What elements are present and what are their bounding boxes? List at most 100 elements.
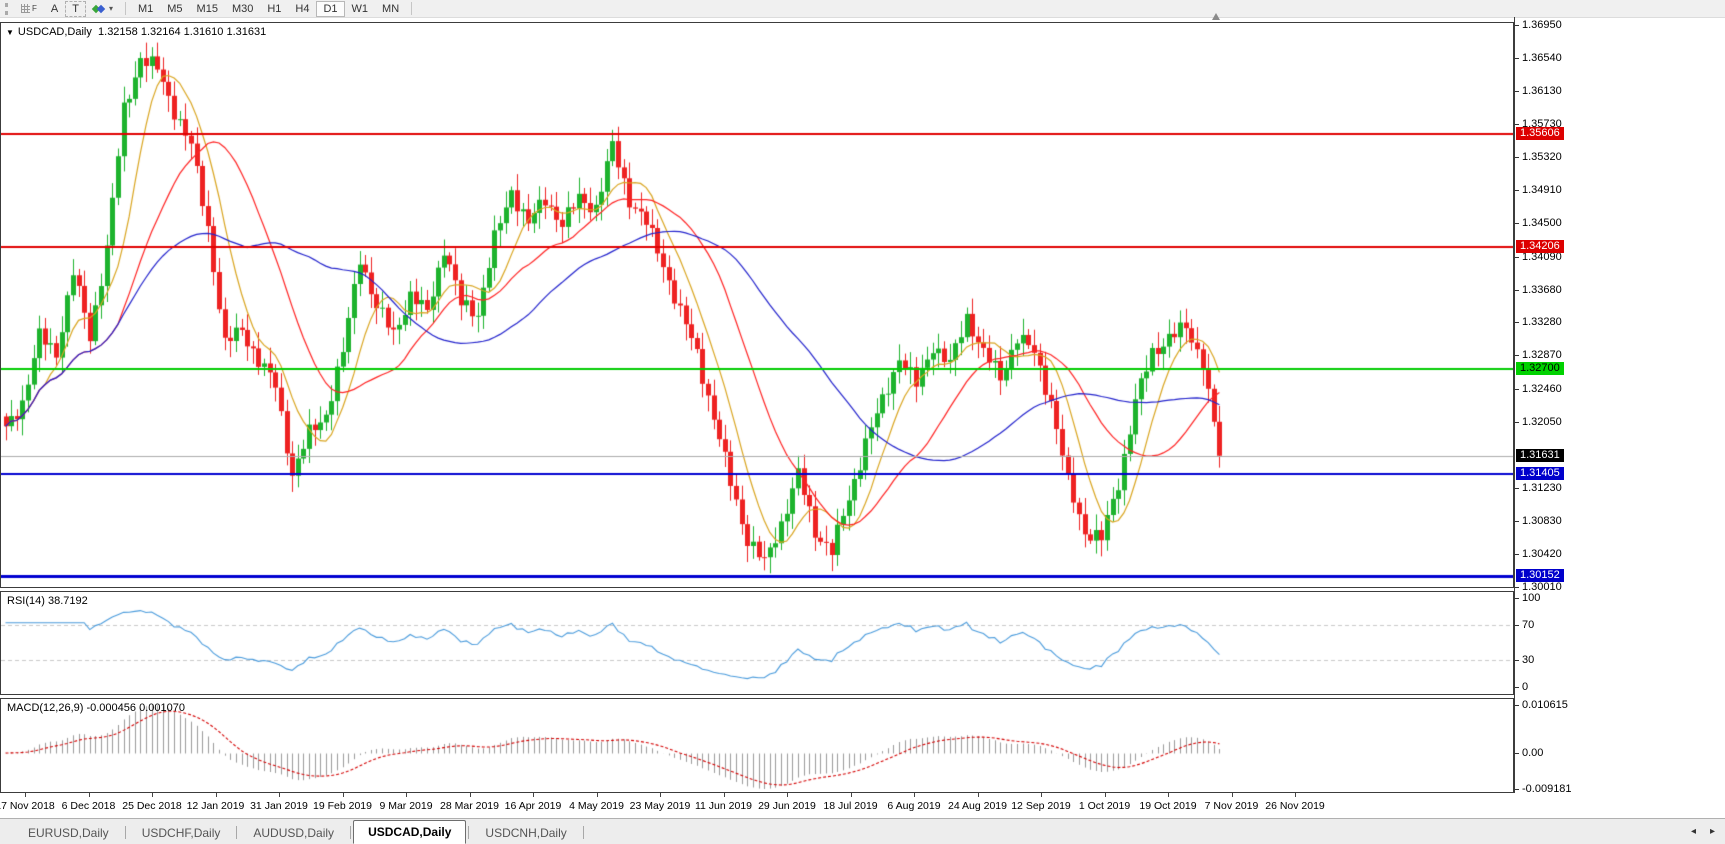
date-label: 26 Nov 2019 xyxy=(1265,800,1325,812)
date-label: 19 Oct 2019 xyxy=(1139,800,1196,812)
toolbar-separator xyxy=(411,2,412,15)
price-tick: 1.31230 xyxy=(1522,482,1562,494)
price-chart-canvas[interactable] xyxy=(1,23,1513,587)
price-level-label: 1.34206 xyxy=(1516,240,1564,253)
date-label: 23 May 2019 xyxy=(630,800,691,812)
price-tick: 1.36950 xyxy=(1522,19,1562,31)
axis-tick-mark xyxy=(1515,124,1519,125)
axis-tick-mark xyxy=(1515,190,1519,191)
macd-tick: 0.00 xyxy=(1522,747,1543,759)
axis-tick-mark xyxy=(1515,422,1519,423)
price-tick: 1.34910 xyxy=(1522,184,1562,196)
rsi-tick: 30 xyxy=(1522,654,1534,666)
axis-tick-mark xyxy=(1515,598,1519,599)
one-click-collapse-icon[interactable]: ▼ xyxy=(6,28,14,37)
chart-shift-marker-icon[interactable] xyxy=(1212,13,1220,20)
text-annotation-button[interactable]: A xyxy=(44,1,65,17)
timeframe-button-m1[interactable]: M1 xyxy=(131,1,160,17)
date-label: 6 Dec 2018 xyxy=(62,800,116,812)
timeframe-button-m5[interactable]: M5 xyxy=(160,1,189,17)
tab-separator xyxy=(583,826,584,839)
axis-tick-mark xyxy=(1515,223,1519,224)
price-tick: 1.32460 xyxy=(1522,383,1562,395)
price-axis[interactable]: 1.369501.365401.361301.357301.353201.349… xyxy=(1514,17,1725,797)
date-tick-mark xyxy=(89,793,90,797)
rsi-tick: 100 xyxy=(1522,592,1540,604)
timeframe-button-mn[interactable]: MN xyxy=(375,1,406,17)
date-tick-mark xyxy=(25,793,26,797)
tab-scroll-left-icon[interactable]: ◂ xyxy=(1691,826,1696,837)
axis-tick-mark xyxy=(1515,660,1519,661)
price-tick: 1.35320 xyxy=(1522,151,1562,163)
chart-tab-audusd[interactable]: AUDUSD,Daily xyxy=(239,822,348,844)
axis-tick-mark xyxy=(1515,290,1519,291)
tab-scroll-right-icon[interactable]: ▸ xyxy=(1710,826,1715,837)
timeframe-button-h1[interactable]: H1 xyxy=(260,1,288,17)
chart-tab-usdcnh[interactable]: USDCNH,Daily xyxy=(471,822,580,844)
date-label: 17 Nov 2018 xyxy=(0,800,55,812)
date-tick-mark xyxy=(470,793,471,797)
axis-tick-mark xyxy=(1515,625,1519,626)
toolbar: FAT▾ M1M5M15M30H1H4D1W1MN xyxy=(0,0,1725,18)
price-tick: 1.34500 xyxy=(1522,217,1562,229)
date-tick-mark xyxy=(597,793,598,797)
chart-tab-usdchf[interactable]: USDCHF,Daily xyxy=(128,822,235,844)
macd-canvas[interactable] xyxy=(1,699,1513,792)
date-axis[interactable]: 17 Nov 20186 Dec 201825 Dec 201812 Jan 2… xyxy=(0,793,1514,818)
date-tick-mark xyxy=(343,793,344,797)
chart-symbol-period: USDCAD,Daily xyxy=(18,26,92,38)
rsi-tick: 70 xyxy=(1522,619,1534,631)
timeframe-button-m30[interactable]: M30 xyxy=(225,1,260,17)
tab-separator xyxy=(236,826,237,839)
axis-tick-mark xyxy=(1515,687,1519,688)
price-tick: 1.33280 xyxy=(1522,316,1562,328)
date-tick-mark xyxy=(279,793,280,797)
date-tick-mark xyxy=(978,793,979,797)
date-label: 12 Sep 2019 xyxy=(1011,800,1071,812)
object-styles-button[interactable]: ▾ xyxy=(86,1,120,17)
date-label: 24 Aug 2019 xyxy=(948,800,1007,812)
date-label: 18 Jul 2019 xyxy=(823,800,877,812)
date-tick-mark xyxy=(406,793,407,797)
chart-title: ▼USDCAD,Daily 1.32158 1.32164 1.31610 1.… xyxy=(6,26,266,38)
axis-tick-mark xyxy=(1515,554,1519,555)
date-label: 4 May 2019 xyxy=(569,800,624,812)
timeframe-button-d1[interactable]: D1 xyxy=(316,1,344,17)
rsi-label: RSI(14) 38.7192 xyxy=(7,595,88,607)
timeframe-button-h4[interactable]: H4 xyxy=(288,1,316,17)
axis-tick-mark xyxy=(1515,789,1519,790)
axis-tick-mark xyxy=(1515,322,1519,323)
text-label-button[interactable]: T xyxy=(65,1,86,17)
date-tick-mark xyxy=(724,793,725,797)
chart-tab-usdcad[interactable]: USDCAD,Daily xyxy=(353,820,466,844)
date-tick-mark xyxy=(914,793,915,797)
rsi-canvas[interactable] xyxy=(1,592,1513,694)
axis-tick-mark xyxy=(1515,157,1519,158)
chart-grid-icon xyxy=(21,4,30,13)
date-label: 1 Oct 2019 xyxy=(1079,800,1130,812)
date-label: 28 Mar 2019 xyxy=(440,800,499,812)
price-level-label: 1.31405 xyxy=(1516,467,1564,480)
axis-tick-mark xyxy=(1515,91,1519,92)
date-label: 19 Feb 2019 xyxy=(313,800,372,812)
timeframe-button-w1[interactable]: W1 xyxy=(345,1,376,17)
macd-indicator-panel: MACD(12,26,9) -0.000456 0.001070 xyxy=(0,698,1514,793)
chart-grid-button[interactable]: F xyxy=(14,1,44,17)
date-label: 31 Jan 2019 xyxy=(250,800,308,812)
main-chart-panel: ▼USDCAD,Daily 1.32158 1.32164 1.31610 1.… xyxy=(0,22,1514,588)
date-tick-mark xyxy=(152,793,153,797)
timeframe-button-m15[interactable]: M15 xyxy=(190,1,225,17)
date-tick-mark xyxy=(1295,793,1296,797)
chart-tab-eurusd[interactable]: EURUSD,Daily xyxy=(14,822,123,844)
tab-separator xyxy=(350,826,351,839)
price-level-label: 1.35606 xyxy=(1516,127,1564,140)
axis-tick-mark xyxy=(1515,25,1519,26)
toolbar-drag-handle[interactable] xyxy=(5,3,10,15)
axis-tick-mark xyxy=(1515,705,1519,706)
axis-tick-mark xyxy=(1515,753,1519,754)
date-label: 12 Jan 2019 xyxy=(187,800,245,812)
date-label: 11 Jun 2019 xyxy=(695,800,752,812)
date-tick-mark xyxy=(1168,793,1169,797)
price-level-label: 1.31631 xyxy=(1516,449,1564,462)
price-level-label: 1.32700 xyxy=(1516,362,1564,375)
